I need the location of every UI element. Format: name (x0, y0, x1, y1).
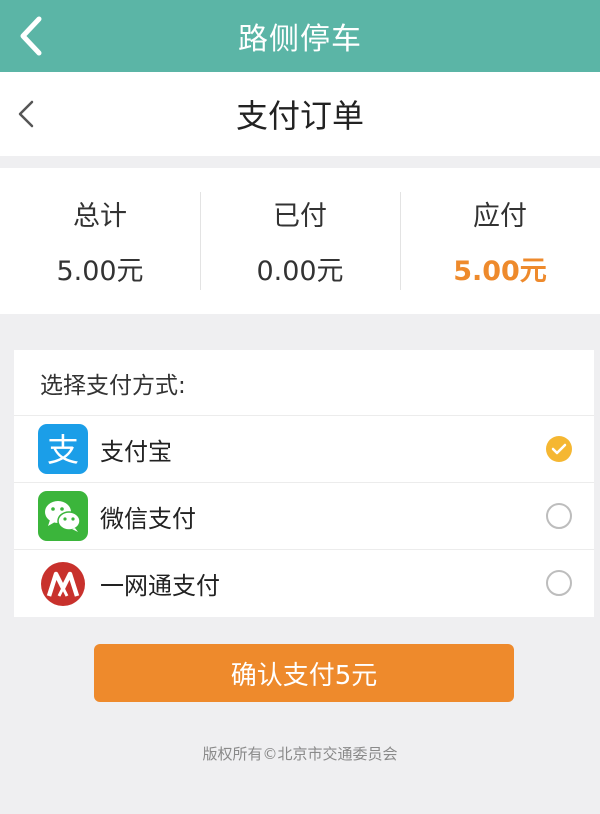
order-summary: 总计 5.00元 已付 0.00元 应付 5.00元 (0, 168, 600, 314)
confirm-pay-button[interactable]: 确认支付5元 (94, 644, 514, 702)
wechat-pay-icon (38, 491, 88, 541)
payment-option-alipay[interactable]: 支 支付宝 (14, 416, 594, 483)
page-title: 支付订单 (235, 97, 364, 135)
paid-label: 已付 (273, 201, 327, 232)
radio-unselected[interactable] (546, 570, 572, 596)
svg-text:支: 支 (47, 431, 79, 469)
radio-selected[interactable] (546, 436, 572, 462)
checkmark-icon (551, 443, 567, 455)
payment-option-wechat[interactable]: 微信支付 (14, 483, 594, 550)
payment-option-label: 一网通支付 (100, 572, 220, 600)
app-back-button[interactable] (8, 8, 52, 64)
payment-method-heading: 选择支付方式: (14, 350, 594, 416)
summary-due: 应付 5.00元 (400, 168, 600, 314)
summary-total: 总计 5.00元 (0, 168, 200, 314)
due-label: 应付 (473, 201, 527, 232)
payment-option-label: 支付宝 (100, 437, 172, 466)
paid-value: 0.00元 (256, 256, 344, 287)
payment-option-label: 微信支付 (100, 504, 196, 533)
payment-option-yiwangtong[interactable]: 一网通支付 (14, 550, 594, 617)
chevron-left-icon (18, 100, 34, 128)
yiwangtong-icon (38, 559, 88, 609)
app-title: 路侧停车 (238, 22, 362, 57)
total-label: 总计 (73, 201, 127, 232)
page-header: 支付订单 (0, 72, 600, 156)
summary-paid: 已付 0.00元 (200, 168, 400, 314)
payment-method-panel: 选择支付方式: 支 支付宝 微信支付 一网通支付 (14, 350, 594, 617)
copyright-footer: 版权所有©北京市交通委员会 (202, 745, 398, 763)
alipay-icon: 支 (38, 424, 88, 474)
due-value: 5.00元 (453, 256, 547, 287)
app-header: 路侧停车 (0, 0, 600, 72)
chevron-left-icon (20, 16, 42, 56)
radio-unselected[interactable] (546, 503, 572, 529)
total-value: 5.00元 (56, 256, 144, 287)
page-back-button[interactable] (6, 92, 46, 136)
